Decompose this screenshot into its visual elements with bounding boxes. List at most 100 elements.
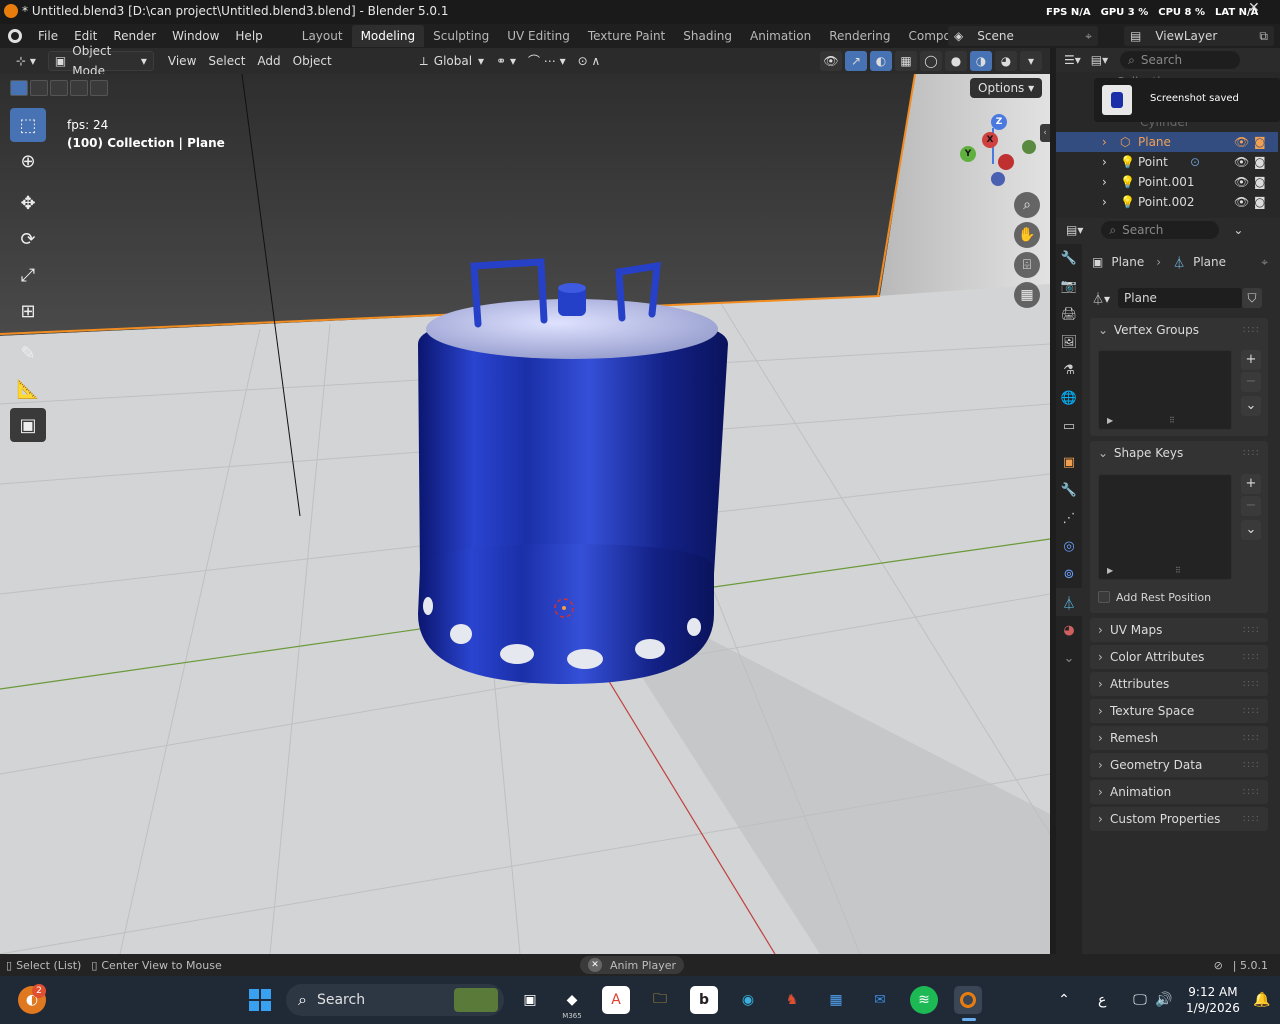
sidebar-toggle-icon[interactable]: ‹ bbox=[1040, 124, 1050, 142]
transform-tool-icon[interactable]: ⊞ bbox=[10, 294, 46, 328]
expand-arrow-icon[interactable]: › bbox=[1102, 192, 1107, 212]
gizmo-x-icon[interactable]: X bbox=[982, 132, 998, 148]
tab-rendering[interactable]: Rendering bbox=[820, 25, 899, 47]
outliner-editor-icon[interactable]: ☰▾ bbox=[1064, 53, 1081, 67]
drag-grip-icon[interactable]: :::: bbox=[1243, 618, 1260, 642]
physics-tab-icon[interactable]: ◎ bbox=[1056, 532, 1082, 560]
particles-tab-icon[interactable]: ⋰ bbox=[1056, 504, 1082, 532]
drag-grip-icon[interactable]: :::: bbox=[1243, 645, 1260, 669]
tab-texture-paint[interactable]: Texture Paint bbox=[579, 25, 674, 47]
properties-editor-icon[interactable]: ▤▾ bbox=[1066, 223, 1083, 237]
mode-dropdown[interactable]: ▣ Object Mode ▾ bbox=[47, 44, 154, 78]
window-close-icon[interactable]: ✕ bbox=[1248, 0, 1260, 16]
adobe-icon[interactable]: A bbox=[602, 986, 630, 1014]
file-explorer-icon[interactable]: 🗀 bbox=[646, 986, 674, 1014]
chevron-down-icon[interactable]: ⌄ bbox=[1098, 441, 1110, 465]
menu-select[interactable]: Select bbox=[202, 51, 251, 71]
properties-search-input[interactable]: ⌕ Search bbox=[1101, 221, 1220, 239]
eye-icon[interactable]: 👁 bbox=[1234, 132, 1249, 152]
shape-key-specials-icon[interactable]: ⌄ bbox=[1241, 520, 1261, 540]
menu-file[interactable]: File bbox=[30, 24, 66, 48]
m365-icon[interactable]: M365 ◆ bbox=[558, 986, 586, 1020]
pan-hand-icon[interactable]: ✋ bbox=[1014, 222, 1040, 248]
collection-tab-icon[interactable]: ▭ bbox=[1056, 412, 1082, 440]
select-subtract-icon[interactable] bbox=[50, 80, 68, 96]
color-attributes-panel[interactable]: › Color Attributes:::: bbox=[1090, 645, 1268, 669]
list-expand-icon[interactable]: ▶ bbox=[1107, 416, 1113, 425]
rotate-tool-icon[interactable]: ⟳ bbox=[10, 222, 46, 256]
chevron-down-icon[interactable]: ⌄ bbox=[1233, 223, 1243, 237]
data-tab-icon[interactable]: ⏃ bbox=[1056, 588, 1082, 616]
add-shape-key-button[interactable]: + bbox=[1241, 474, 1261, 494]
scene-tab-icon[interactable]: ⚗ bbox=[1056, 356, 1082, 384]
attributes-panel[interactable]: › Attributes:::: bbox=[1090, 672, 1268, 696]
scale-tool-icon[interactable]: ⤢ bbox=[10, 258, 46, 292]
xray-icon[interactable]: ▦ bbox=[895, 51, 917, 71]
editor-type-icon[interactable]: ⊹ ▾ bbox=[10, 51, 42, 71]
tab-sculpting[interactable]: Sculpting bbox=[424, 25, 498, 47]
3d-viewport[interactable] bbox=[0, 74, 1050, 954]
select-extend-icon[interactable] bbox=[30, 80, 48, 96]
world-tab-icon[interactable]: 🌐 bbox=[1056, 384, 1082, 412]
tool-tab-icon[interactable]: 🔧 bbox=[1056, 244, 1082, 272]
menu-view[interactable]: View bbox=[162, 51, 202, 71]
orientation-dropdown[interactable]: ⟂ Global ▾ bbox=[414, 51, 490, 71]
start-menu-icon[interactable] bbox=[246, 986, 274, 1014]
gizmo-toggle-icon[interactable]: ↗ bbox=[845, 51, 867, 71]
task-view-icon[interactable]: ▣ bbox=[516, 986, 544, 1014]
pivot-point-icon[interactable]: ⚭ ▾ bbox=[490, 51, 522, 71]
annotate-tool-icon[interactable]: ✎ bbox=[10, 336, 46, 370]
tab-uv-editing[interactable]: UV Editing bbox=[498, 25, 579, 47]
custom-properties-panel[interactable]: › Custom Properties:::: bbox=[1090, 807, 1268, 831]
gizmo-y-icon[interactable]: Y bbox=[960, 146, 976, 162]
material-shading-icon[interactable]: ◑ bbox=[970, 51, 992, 71]
measure-tool-icon[interactable]: 📐 bbox=[10, 372, 46, 406]
add-vertex-group-button[interactable]: + bbox=[1241, 350, 1261, 370]
add-rest-position-checkbox[interactable] bbox=[1098, 591, 1110, 603]
more-tabs-icon[interactable]: ⌄ bbox=[1056, 644, 1082, 672]
notifications-bell-icon[interactable]: 🔔 bbox=[1248, 986, 1276, 1014]
eye-icon[interactable]: 👁 bbox=[1234, 192, 1249, 212]
remove-vertex-group-button[interactable]: − bbox=[1241, 372, 1261, 392]
drag-grip-icon[interactable]: :::: bbox=[1243, 807, 1260, 831]
eye-icon[interactable]: 👁 bbox=[1234, 172, 1249, 192]
proportional-edit-icon[interactable]: ⊙ ∧ bbox=[572, 51, 607, 71]
uv-maps-panel[interactable]: › UV Maps:::: bbox=[1090, 618, 1268, 642]
list-expand-icon[interactable]: ▶ bbox=[1107, 566, 1113, 575]
outlook-icon[interactable]: ✉ bbox=[866, 986, 894, 1014]
outliner-row-point-001[interactable]: › 💡 Point.001 👁 ◙ bbox=[1056, 172, 1278, 192]
camera-icon[interactable]: ◙ bbox=[1254, 192, 1266, 212]
drag-grip-icon[interactable]: :::: bbox=[1243, 780, 1260, 804]
mesh-data-name-field[interactable]: Plane bbox=[1118, 288, 1243, 308]
pin-icon[interactable]: ⌖ bbox=[1261, 255, 1268, 270]
drag-grip-icon[interactable]: :::: bbox=[1243, 318, 1260, 342]
geometry-data-panel[interactable]: › Geometry Data:::: bbox=[1090, 753, 1268, 777]
solid-shading-icon[interactable]: ● bbox=[945, 51, 967, 71]
new-viewlayer-icon[interactable]: ⧉ bbox=[1259, 29, 1268, 44]
gizmo-neg-z-icon[interactable] bbox=[991, 172, 1005, 186]
system-tray-chevron-icon[interactable]: ⌃ bbox=[1050, 986, 1078, 1014]
keyboard-language[interactable]: ع bbox=[1098, 992, 1106, 1008]
b-app-icon[interactable]: b bbox=[690, 986, 718, 1014]
options-dropdown[interactable]: Options ▾ bbox=[970, 78, 1043, 98]
outliner-row-point[interactable]: › 💡 Point ⊙ 👁 ◙ bbox=[1056, 152, 1278, 172]
outliner-row-plane[interactable]: › ⬡ Plane 👁 ◙ bbox=[1056, 132, 1278, 152]
blender-menu-icon[interactable] bbox=[0, 24, 30, 48]
game-app-icon[interactable]: ♞ bbox=[778, 986, 806, 1014]
visibility-icon[interactable]: 👁 bbox=[820, 51, 842, 71]
tab-modeling[interactable]: Modeling bbox=[351, 25, 425, 47]
add-cube-tool-icon[interactable]: ▣ bbox=[10, 408, 46, 442]
rendered-shading-icon[interactable]: ◕ bbox=[995, 51, 1017, 71]
tab-shading[interactable]: Shading bbox=[674, 25, 741, 47]
vertex-group-specials-icon[interactable]: ⌄ bbox=[1241, 396, 1261, 416]
gizmo-neg-x-icon[interactable] bbox=[998, 154, 1014, 170]
move-tool-icon[interactable]: ✥ bbox=[10, 186, 46, 220]
output-tab-icon[interactable]: 🖨 bbox=[1056, 300, 1082, 328]
menu-object[interactable]: Object bbox=[287, 51, 338, 71]
drag-grip-icon[interactable]: :::: bbox=[1243, 699, 1260, 723]
menu-help[interactable]: Help bbox=[227, 24, 270, 48]
blender-taskbar-icon[interactable] bbox=[954, 986, 982, 1014]
fake-user-shield-icon[interactable]: ⛉ bbox=[1242, 288, 1263, 308]
eye-icon[interactable]: 👁 bbox=[1234, 152, 1249, 172]
menu-window[interactable]: Window bbox=[164, 24, 227, 48]
